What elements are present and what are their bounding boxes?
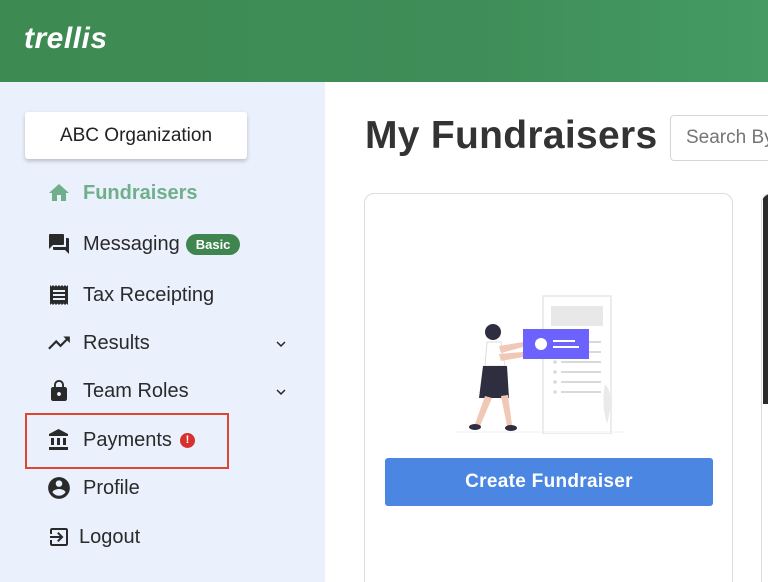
logout-icon — [46, 524, 72, 550]
sidebar-item-fundraisers[interactable]: Fundraisers — [46, 176, 197, 210]
organization-button[interactable]: ABC Organization — [25, 112, 247, 159]
chevron-down-icon[interactable] — [272, 383, 290, 401]
sidebar-item-label: Profile — [83, 476, 140, 499]
home-icon — [46, 180, 72, 206]
sidebar-item-team-roles[interactable]: Team Roles — [46, 374, 189, 408]
receipt-icon — [46, 282, 72, 308]
sidebar-item-label: Team Roles — [83, 379, 189, 402]
sidebar-item-label: Logout — [79, 525, 141, 548]
plan-badge: Basic — [185, 233, 241, 255]
highlight-annotation — [25, 413, 229, 469]
sidebar-item-profile[interactable]: Profile — [46, 471, 140, 505]
fundraiser-illustration-icon — [455, 295, 625, 434]
sidebar-item-tax-receipting[interactable]: Tax Receipting — [46, 278, 214, 312]
lock-icon — [46, 378, 72, 404]
sidebar-item-messaging[interactable]: Messaging Basic — [46, 227, 241, 261]
main-content: My Fundraisers Search By Create Fundrais… — [325, 82, 768, 582]
sidebar-item-label: Tax Receipting — [83, 283, 215, 306]
sidebar-item-label: Fundraisers — [83, 181, 198, 204]
sidebar-item-logout[interactable]: Logout — [46, 520, 140, 554]
fundraiser-card-image — [763, 194, 768, 404]
create-fundraiser-card: Create Fundraiser — [364, 193, 733, 582]
search-input[interactable] — [670, 115, 768, 161]
chevron-down-icon[interactable] — [272, 335, 290, 353]
sidebar-item-label: Results — [83, 331, 150, 354]
chat-icon — [46, 231, 72, 257]
create-fundraiser-button[interactable]: Create Fundraiser — [385, 458, 713, 506]
page-title: My Fundraisers — [365, 114, 658, 157]
trending-up-icon — [46, 330, 72, 356]
sidebar-item-label: Messaging — [83, 232, 180, 255]
fundraiser-card-partial[interactable] — [761, 193, 768, 582]
sidebar: ABC Organization Fundraisers Messaging B… — [0, 82, 325, 582]
account-circle-icon — [46, 475, 72, 501]
trellis-logo[interactable]: trellis — [24, 22, 108, 56]
top-header: trellis — [0, 0, 768, 82]
sidebar-item-results[interactable]: Results — [46, 326, 150, 360]
